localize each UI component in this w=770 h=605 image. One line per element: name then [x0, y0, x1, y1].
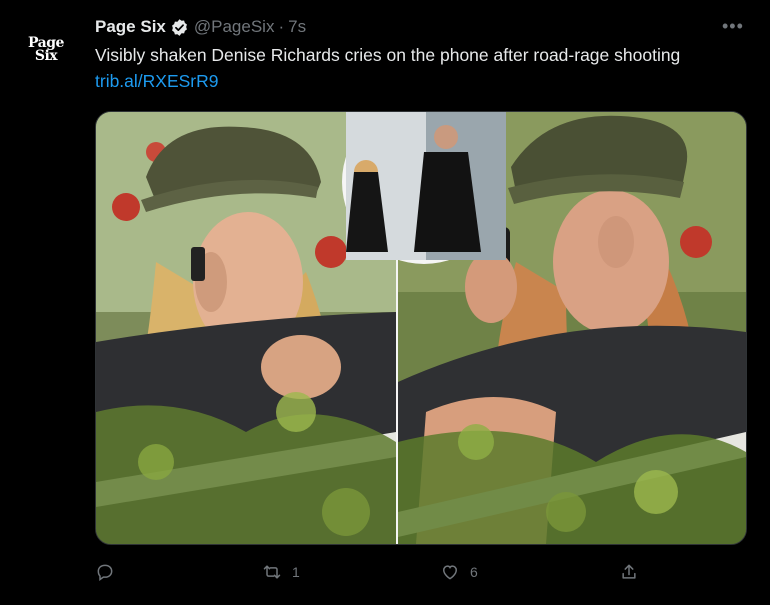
reply-icon	[97, 564, 113, 581]
separator-dot: ·	[278, 17, 285, 36]
like-count: 6	[470, 564, 478, 580]
like-button[interactable]: 6	[440, 562, 478, 582]
tweet-media-image[interactable]	[95, 111, 747, 545]
logo-text-line2: Six	[34, 48, 58, 64]
more-dots-icon[interactable]: •••	[722, 16, 744, 37]
tweet-header: Page Six @PageSix · 7s	[95, 16, 306, 38]
heart-icon	[442, 565, 458, 580]
photo-collage	[96, 112, 746, 544]
tweet-link[interactable]: trib.al/RXESrR9	[95, 71, 219, 92]
reply-button[interactable]	[95, 562, 125, 582]
tweet-actions: 1 6	[95, 562, 745, 586]
tweet-card[interactable]: Page Six Page Six @PageSix · 7s ••• Visi…	[0, 0, 770, 605]
retweet-icon	[263, 565, 281, 579]
account-handle[interactable]: @PageSix	[194, 17, 275, 37]
account-name[interactable]: Page Six	[95, 17, 166, 37]
tweet-text: Visibly shaken Denise Richards cries on …	[95, 45, 681, 65]
share-button[interactable]	[619, 562, 649, 582]
retweet-count: 1	[292, 564, 300, 580]
page-six-avatar[interactable]: Page Six	[18, 22, 74, 78]
tweet-timestamp[interactable]: 7s	[288, 17, 306, 37]
verified-badge-icon	[170, 18, 189, 37]
share-icon	[622, 564, 636, 579]
retweet-button[interactable]: 1	[262, 562, 300, 582]
